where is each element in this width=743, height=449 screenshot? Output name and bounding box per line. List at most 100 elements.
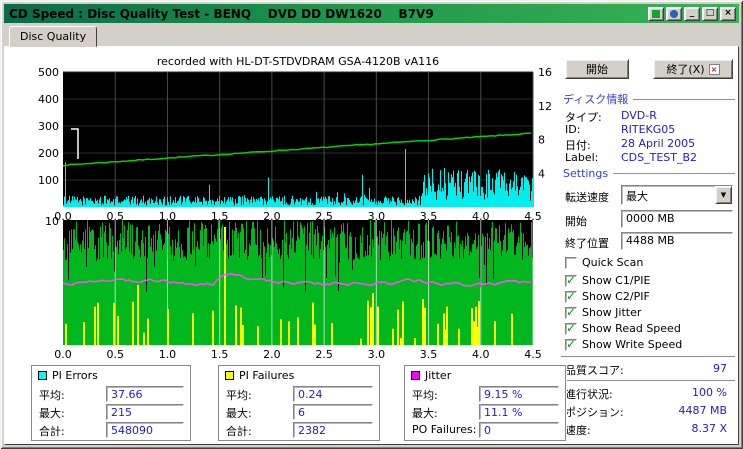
pi-errors-avg-value: 37.66 (111, 388, 143, 401)
graph-icon[interactable] (648, 6, 664, 21)
jitter-max-box: 11.1 % (479, 404, 559, 420)
svg-text:4.0: 4.0 (472, 348, 490, 361)
pi-failures-total-box: 2382 (293, 422, 373, 438)
pi-errors-max-box: 215 (106, 404, 184, 420)
svg-text:200: 200 (38, 147, 59, 160)
show-read-speed-checkbox-box[interactable] (565, 321, 577, 335)
transfer-speed-dropdown[interactable]: 最大 ▼ (621, 185, 733, 205)
pi-failures-stats-box: PI Failures 平均: 0.24 最大: 6 合計: 2382 (218, 365, 380, 441)
pi-failures-max-label: 最大: (226, 407, 252, 420)
maximize-button[interactable]: □ (702, 6, 718, 21)
title-bar[interactable]: CD Speed : Disc Quality Test - BENQ DVD … (4, 4, 739, 23)
quick-scan-checkbox-box[interactable] (565, 256, 577, 269)
window-title: CD Speed : Disc Quality Test - BENQ DVD … (9, 6, 434, 21)
show-c2-pif-checkbox-box[interactable] (565, 289, 577, 303)
end-position-input[interactable]: 4488 MB (621, 232, 733, 250)
show-c2-pif-checkbox-label: Show C2/PIF (582, 290, 650, 303)
pi-failures-total-value: 2382 (298, 424, 326, 437)
pi-errors-total-box: 548090 (106, 422, 184, 438)
cdspeed-window: CD Speed : Disc Quality Test - BENQ DVD … (0, 0, 743, 449)
progress-value: 100 % (692, 386, 727, 399)
pi-failures-jitter-chart: 10 0.0 0.5 1.0 1.5 2.0 2.5 3.0 3.5 4.0 4.5 (45, 215, 542, 361)
disc-date-value: 28 April 2005 (621, 137, 696, 150)
svg-text:500: 500 (38, 66, 59, 79)
show-jitter-checkbox-box[interactable] (565, 305, 577, 319)
pi-errors-title: PI Errors (38, 369, 98, 382)
disc-label-label: Label: (565, 151, 599, 164)
svg-text:1.5: 1.5 (211, 348, 229, 361)
separator (561, 356, 735, 358)
svg-text:4.5: 4.5 (524, 348, 542, 361)
pi-errors-max-label: 最大: (39, 407, 65, 420)
pi-failures-avg-box: 0.24 (293, 386, 373, 402)
jitter-avg-label: 平均: (412, 389, 438, 402)
po-failures-label: PO Failures: (412, 423, 477, 436)
progress-label: 進行状況: (565, 388, 613, 401)
jitter-title: Jitter (411, 369, 451, 382)
speed-value: 8.37 X (691, 422, 727, 435)
start-button[interactable]: 開始 (565, 59, 629, 79)
pi-failures-max-box: 6 (293, 404, 373, 420)
graph-icon-glyph (652, 9, 660, 18)
show-c1-pie-checkbox-box[interactable] (565, 273, 577, 287)
disc-id-label: ID: (565, 123, 581, 136)
disc-icon[interactable] (666, 6, 682, 21)
disc-type-value: DVD-R (621, 109, 657, 122)
end-position-label: 終了位置 (565, 237, 609, 250)
start-position-input[interactable]: 0000 MB (621, 210, 733, 228)
pi-errors-total-label: 合計: (39, 425, 65, 438)
disc-info-header-line (633, 98, 735, 101)
close-button[interactable]: × (720, 6, 736, 21)
disc-id-value: RITEKG05 (621, 123, 676, 136)
svg-text:12: 12 (538, 100, 552, 113)
pi-errors-avg-label: 平均: (39, 389, 65, 402)
tab-disc-quality[interactable]: Disc Quality (9, 26, 98, 47)
right-panel: 開始 終了(X) × ディスク情報 タイプ: DVD-R ID: RITEKG0… (557, 55, 737, 445)
transfer-speed-value: 最大 (626, 190, 648, 203)
svg-text:2.0: 2.0 (263, 348, 281, 361)
show-c1-pie-checkbox[interactable]: Show C1/PIE (565, 273, 651, 287)
pi-errors-avg-box: 37.66 (106, 386, 184, 402)
svg-text:100: 100 (38, 174, 59, 187)
chevron-down-icon[interactable]: ▼ (715, 186, 732, 204)
speed-label: 速度: (565, 424, 591, 437)
show-jitter-checkbox-label: Show Jitter (582, 306, 642, 319)
svg-text:400: 400 (38, 93, 59, 106)
disc-label-value: CDS_TEST_B2 (621, 151, 698, 164)
minimize-button[interactable]: _ (684, 6, 700, 21)
transfer-speed-label: 転送速度 (565, 191, 609, 204)
show-c2-pif-checkbox[interactable]: Show C2/PIF (565, 289, 650, 303)
tab-content-panel: recorded with HL-DT-STDVDRAM GSA-4120B v… (4, 46, 739, 445)
pi-errors-title-label: PI Errors (52, 369, 98, 382)
position-label: ポジション: (565, 406, 624, 419)
svg-text:10: 10 (45, 215, 59, 228)
pi-failures-title: PI Failures (225, 369, 294, 382)
svg-text:8: 8 (538, 134, 545, 147)
show-write-speed-checkbox-label: Show Write Speed (582, 338, 683, 351)
settings-header-line (613, 173, 735, 175)
disc-icon-glyph (670, 9, 678, 18)
jitter-avg-box: 9.15 % (479, 386, 559, 402)
quick-scan-checkbox[interactable]: Quick Scan (565, 256, 643, 269)
pi-failures-avg-label: 平均: (226, 389, 252, 402)
exit-button[interactable]: 終了(X) × (653, 59, 733, 79)
show-read-speed-checkbox[interactable]: Show Read Speed (565, 321, 681, 335)
svg-text:3.0: 3.0 (368, 348, 386, 361)
show-write-speed-checkbox[interactable]: Show Write Speed (565, 337, 683, 351)
settings-header-label: Settings (563, 167, 609, 180)
quality-score-label: 品質スコア: (565, 364, 624, 377)
pi-errors-swatch-icon (38, 371, 47, 380)
po-failures-value: 0 (484, 424, 491, 437)
show-c1-pie-checkbox-label: Show C1/PIE (582, 274, 651, 287)
pi-failures-max-value: 6 (298, 406, 305, 419)
po-failures-box: 0 (479, 422, 559, 438)
show-jitter-checkbox[interactable]: Show Jitter (565, 305, 642, 319)
exit-button-label: 終了(X) (666, 63, 705, 76)
exit-icon: × (708, 63, 720, 75)
svg-text:16: 16 (538, 66, 552, 79)
svg-text:1.0: 1.0 (159, 348, 177, 361)
svg-text:300: 300 (38, 120, 59, 133)
show-read-speed-checkbox-label: Show Read Speed (582, 322, 681, 335)
quality-score-value: 97 (713, 362, 727, 375)
show-write-speed-checkbox-box[interactable] (565, 337, 577, 351)
